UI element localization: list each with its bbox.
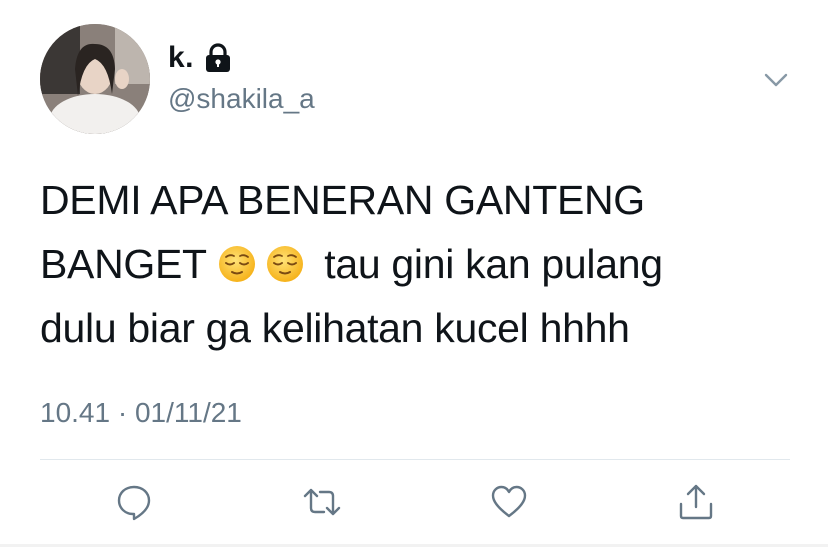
tweet-text: DEMI APA BENERAN GANTENG BANGET tau gini… <box>40 168 780 360</box>
display-name-text: k. <box>168 41 195 74</box>
retweet-button[interactable] <box>300 480 344 524</box>
timestamp[interactable]: 10.41 · 01/11/21 <box>40 396 242 430</box>
tweet-card: k. @shakila_a DEMI APA BENERAN GANTENG B… <box>0 0 828 547</box>
relieved-face-emoji <box>265 244 305 284</box>
heart-icon <box>489 482 529 522</box>
user-handle[interactable]: @shakila_a <box>168 82 315 116</box>
share-button[interactable] <box>674 480 718 524</box>
display-name[interactable]: k. <box>168 40 232 76</box>
divider <box>40 459 790 460</box>
tweet-line-2-start: BANGET <box>40 241 207 287</box>
tweet-line-2-end: tau gini kan pulang <box>324 241 663 287</box>
chevron-down-icon[interactable] <box>760 64 792 96</box>
tweet-line-2: BANGET tau gini kan pulang <box>40 232 780 296</box>
like-button[interactable] <box>487 480 531 524</box>
tweet-line-1: DEMI APA BENERAN GANTENG <box>40 177 645 223</box>
comment-icon <box>114 482 154 522</box>
relieved-face-emoji <box>217 244 257 284</box>
tweet-line-3: dulu biar ga kelihatan kucel hhhh <box>40 305 630 351</box>
avatar[interactable] <box>40 24 150 134</box>
lock-icon <box>204 43 232 73</box>
retweet-icon <box>302 482 342 522</box>
action-bar <box>0 480 828 528</box>
reply-button[interactable] <box>112 480 156 524</box>
share-icon <box>676 482 716 522</box>
